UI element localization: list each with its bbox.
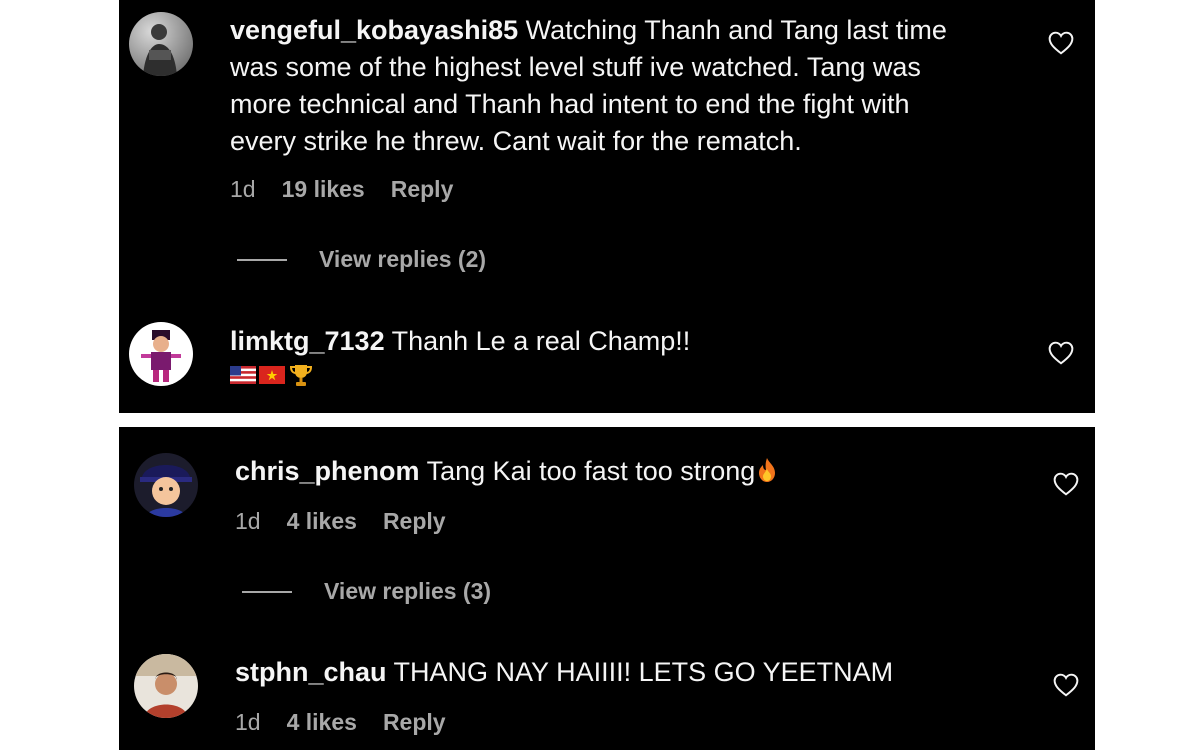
like-heart-icon[interactable] — [1053, 673, 1079, 697]
view-replies-label: View replies (3) — [324, 578, 492, 604]
comment-text: stphn_chau THANG NAY HAIIII! LETS GO YEE… — [235, 654, 1055, 691]
vietnam-flag-emoji-icon — [259, 366, 285, 384]
fire-emoji-icon — [759, 458, 776, 482]
comment-likes[interactable]: 4 likes — [287, 508, 357, 535]
like-heart-icon[interactable] — [1048, 341, 1074, 365]
comment-body: Thanh Le a real Champ!! — [391, 326, 691, 356]
avatar[interactable] — [129, 12, 193, 76]
person-photo-avatar-icon — [134, 654, 198, 718]
like-heart-icon[interactable] — [1048, 31, 1074, 55]
comment-username[interactable]: stphn_chau — [235, 657, 387, 687]
comment-body-line: was some of the highest level stuff ive … — [230, 52, 921, 82]
reply-button[interactable]: Reply — [391, 176, 454, 203]
comment-text: chris_phenom Tang Kai too fast too stron… — [235, 453, 1055, 490]
trophy-emoji-icon — [289, 365, 313, 386]
comment-time: 1d — [235, 508, 261, 534]
comment-body-line: every strike he threw. Cant wait for the… — [230, 126, 802, 156]
person-gray-avatar-icon — [129, 12, 193, 76]
comment-meta: 1d 19 likes Reply — [230, 176, 479, 203]
comment-username[interactable]: vengeful_kobayashi85 — [230, 15, 518, 45]
us-flag-emoji-icon — [230, 366, 256, 384]
emoji-row — [230, 362, 1050, 388]
comment-text: vengeful_kobayashi85 Watching Thanh and … — [230, 12, 1050, 160]
anime-boy-avatar-icon — [134, 453, 198, 517]
view-replies-label: View replies (2) — [319, 246, 487, 272]
view-replies-button[interactable]: View replies (2) — [237, 246, 486, 273]
comments-panel-top: vengeful_kobayashi85 Watching Thanh and … — [119, 0, 1095, 413]
avatar[interactable] — [134, 453, 198, 517]
comment-body: Tang Kai too fast too strong — [426, 456, 756, 486]
comment-meta: 1d 4 likes Reply — [235, 709, 472, 736]
comment-body: THANG NAY HAIIII! LETS GO YEETNAM — [393, 657, 894, 687]
comment-body-line: Watching Thanh and Tang last time — [525, 15, 947, 45]
comment-likes[interactable]: 4 likes — [287, 709, 357, 736]
view-replies-button[interactable]: View replies (3) — [242, 578, 491, 605]
cartoon-character-avatar-icon — [129, 322, 193, 386]
avatar[interactable] — [134, 654, 198, 718]
comment-username[interactable]: limktg_7132 — [230, 326, 385, 356]
avatar[interactable] — [129, 322, 193, 386]
comment-username[interactable]: chris_phenom — [235, 456, 420, 486]
divider-line — [242, 590, 292, 593]
divider-line — [237, 258, 287, 261]
reply-button[interactable]: Reply — [383, 709, 446, 736]
comment-likes[interactable]: 19 likes — [282, 176, 365, 203]
reply-button[interactable]: Reply — [383, 508, 446, 535]
comment-meta: 1d 4 likes Reply — [235, 508, 472, 535]
comment-time: 1d — [235, 709, 261, 735]
comment-text: limktg_7132 Thanh Le a real Champ!! — [230, 323, 1050, 388]
comment-time: 1d — [230, 176, 256, 202]
comment-body-line: more technical and Thanh had intent to e… — [230, 89, 910, 119]
comments-panel-bottom: chris_phenom Tang Kai too fast too stron… — [119, 427, 1095, 750]
like-heart-icon[interactable] — [1053, 472, 1079, 496]
